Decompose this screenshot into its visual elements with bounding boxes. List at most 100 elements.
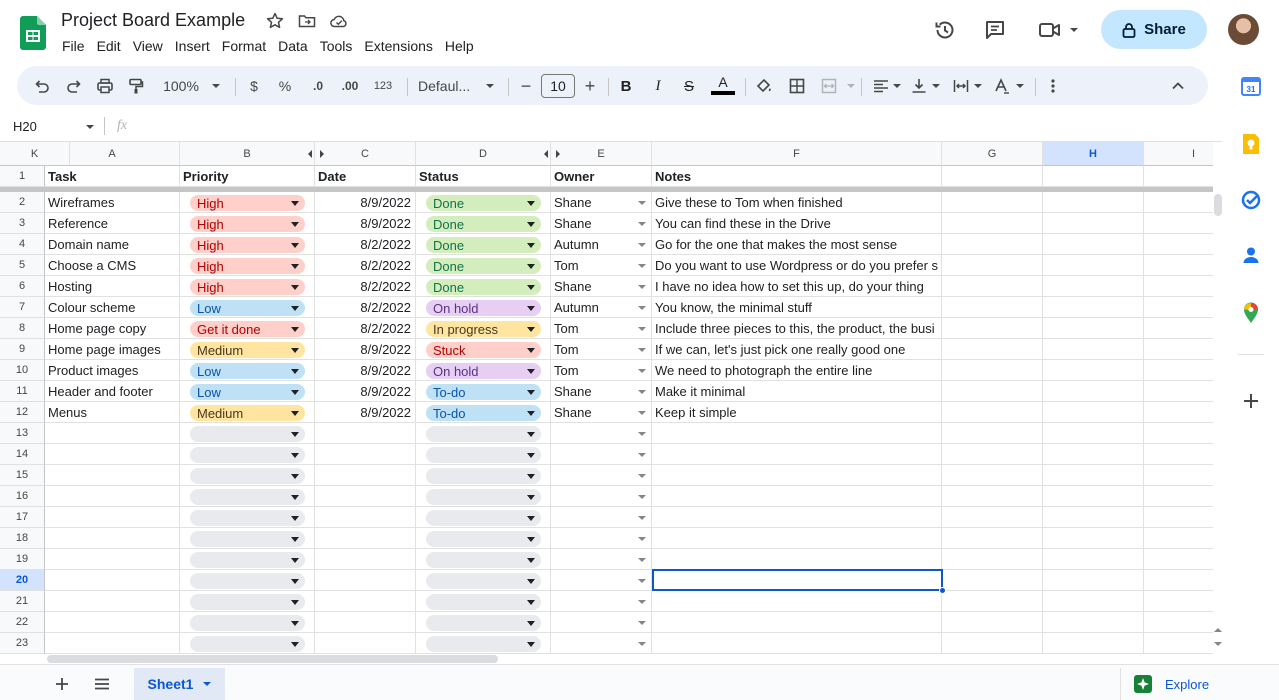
zoom-select[interactable]: 100%	[161, 76, 201, 96]
cell-c18[interactable]	[315, 528, 416, 549]
priority-dropdown-chip[interactable]: High	[190, 279, 305, 295]
chip-dropdown-arrow-icon[interactable]	[291, 558, 299, 563]
chip-dropdown-arrow-icon[interactable]	[291, 264, 299, 269]
row-header-20[interactable]: 20	[0, 570, 45, 591]
row-header-9[interactable]: 9	[0, 339, 45, 360]
cell-h20[interactable]	[1043, 570, 1144, 591]
cell-i6[interactable]	[1144, 276, 1213, 297]
cell-h15[interactable]	[1043, 465, 1144, 486]
italic-button[interactable]: I	[651, 76, 665, 96]
cell-c23[interactable]	[315, 633, 416, 654]
cell-f16[interactable]	[652, 486, 942, 507]
cell-i7[interactable]	[1144, 297, 1213, 318]
percent-format-button[interactable]: %	[278, 76, 292, 96]
cell-h4[interactable]	[1043, 234, 1144, 255]
cell-e8[interactable]: Tom	[551, 318, 652, 339]
cell-e21[interactable]	[551, 591, 652, 612]
row-header-3[interactable]: 3	[0, 213, 45, 234]
row-header-21[interactable]: 21	[0, 591, 45, 612]
cell-f23[interactable]	[652, 633, 942, 654]
cell-f18[interactable]	[652, 528, 942, 549]
row-header-10[interactable]: 10	[0, 360, 45, 381]
cell-a13[interactable]	[45, 423, 180, 444]
cell-a18[interactable]	[45, 528, 180, 549]
cell-c11[interactable]: 8/9/2022	[315, 381, 416, 402]
chip-dropdown-arrow-icon[interactable]	[291, 390, 299, 395]
font-size-input[interactable]: 10	[541, 74, 575, 98]
owner-dropdown-arrow-icon[interactable]	[638, 516, 646, 520]
status-dropdown-chip[interactable]: Done	[426, 216, 541, 232]
priority-dropdown-chip[interactable]: High	[190, 258, 305, 274]
cell-c2[interactable]: 8/9/2022	[315, 192, 416, 213]
owner-dropdown-arrow-icon[interactable]	[638, 642, 646, 646]
maps-icon[interactable]	[1243, 302, 1259, 324]
chip-dropdown-arrow-icon[interactable]	[291, 369, 299, 374]
cell-f5[interactable]: Do you want to use Wordpress or do you p…	[652, 255, 942, 276]
cell-a7[interactable]: Colour scheme	[45, 297, 180, 318]
hidden-column-left-icon[interactable]	[544, 150, 548, 158]
cell-g7[interactable]	[942, 297, 1043, 318]
priority-dropdown-chip[interactable]: High	[190, 195, 305, 211]
row-header-23[interactable]: 23	[0, 633, 45, 654]
meet-dropdown-icon[interactable]	[1070, 28, 1078, 32]
cell-a12[interactable]: Menus	[45, 402, 180, 423]
row-header-18[interactable]: 18	[0, 528, 45, 549]
owner-dropdown-arrow-icon[interactable]	[638, 432, 646, 436]
comments-icon[interactable]	[983, 18, 1007, 42]
cell-a10[interactable]: Product images	[45, 360, 180, 381]
priority-dropdown-chip[interactable]: High	[190, 237, 305, 253]
cell-c4[interactable]: 8/2/2022	[315, 234, 416, 255]
row-header-8[interactable]: 8	[0, 318, 45, 339]
chip-dropdown-arrow-icon[interactable]	[527, 558, 535, 563]
row-header-12[interactable]: 12	[0, 402, 45, 423]
text-rotation-icon[interactable]	[993, 76, 1011, 96]
cell-f14[interactable]	[652, 444, 942, 465]
cell-i3[interactable]	[1144, 213, 1213, 234]
cell-h2[interactable]	[1043, 192, 1144, 213]
cell-i12[interactable]	[1144, 402, 1213, 423]
cell-f19[interactable]	[652, 549, 942, 570]
cell-g1[interactable]	[942, 166, 1043, 187]
chip-dropdown-arrow-icon[interactable]	[291, 411, 299, 416]
cell-f2[interactable]: Give these to Tom when finished	[652, 192, 942, 213]
cell-g23[interactable]	[942, 633, 1043, 654]
spreadsheet-grid[interactable]: ABCDEFGHIJK1TaskPriorityDateStatusOwnerN…	[0, 142, 1213, 654]
cell-e3[interactable]: Shane	[551, 213, 652, 234]
status-dropdown-chip[interactable]	[426, 636, 541, 652]
paint-format-icon[interactable]	[127, 76, 145, 96]
formula-input[interactable]	[140, 115, 1220, 137]
cell-g16[interactable]	[942, 486, 1043, 507]
cell-g20[interactable]	[942, 570, 1043, 591]
priority-dropdown-chip[interactable]: Get it done	[190, 321, 305, 337]
owner-dropdown-arrow-icon[interactable]	[638, 201, 646, 205]
cell-e12[interactable]: Shane	[551, 402, 652, 423]
cell-h8[interactable]	[1043, 318, 1144, 339]
cell-i23[interactable]	[1144, 633, 1213, 654]
cell-g18[interactable]	[942, 528, 1043, 549]
cell-c20[interactable]	[315, 570, 416, 591]
calendar-icon[interactable]: 31	[1241, 76, 1261, 96]
cell-g17[interactable]	[942, 507, 1043, 528]
status-dropdown-chip[interactable]	[426, 573, 541, 589]
menu-tools[interactable]: Tools	[314, 38, 359, 54]
menu-format[interactable]: Format	[216, 38, 272, 54]
share-button[interactable]: Share	[1101, 10, 1207, 49]
cell-e13[interactable]	[551, 423, 652, 444]
chip-dropdown-arrow-icon[interactable]	[527, 327, 535, 332]
cell-f4[interactable]: Go for the one that makes the most sense	[652, 234, 942, 255]
cell-a3[interactable]: Reference	[45, 213, 180, 234]
owner-dropdown-arrow-icon[interactable]	[638, 474, 646, 478]
column-header-h[interactable]: H	[1043, 142, 1144, 166]
chip-dropdown-arrow-icon[interactable]	[527, 642, 535, 647]
status-dropdown-chip[interactable]: Done	[426, 279, 541, 295]
column-header-f[interactable]: F	[652, 142, 942, 166]
text-color-button[interactable]: A	[711, 74, 735, 96]
cell-c9[interactable]: 8/9/2022	[315, 339, 416, 360]
cell-e5[interactable]: Tom	[551, 255, 652, 276]
priority-dropdown-chip[interactable]	[190, 594, 305, 610]
cell-f15[interactable]	[652, 465, 942, 486]
cell-c19[interactable]	[315, 549, 416, 570]
cell-h6[interactable]	[1043, 276, 1144, 297]
cell-g14[interactable]	[942, 444, 1043, 465]
cell-g4[interactable]	[942, 234, 1043, 255]
